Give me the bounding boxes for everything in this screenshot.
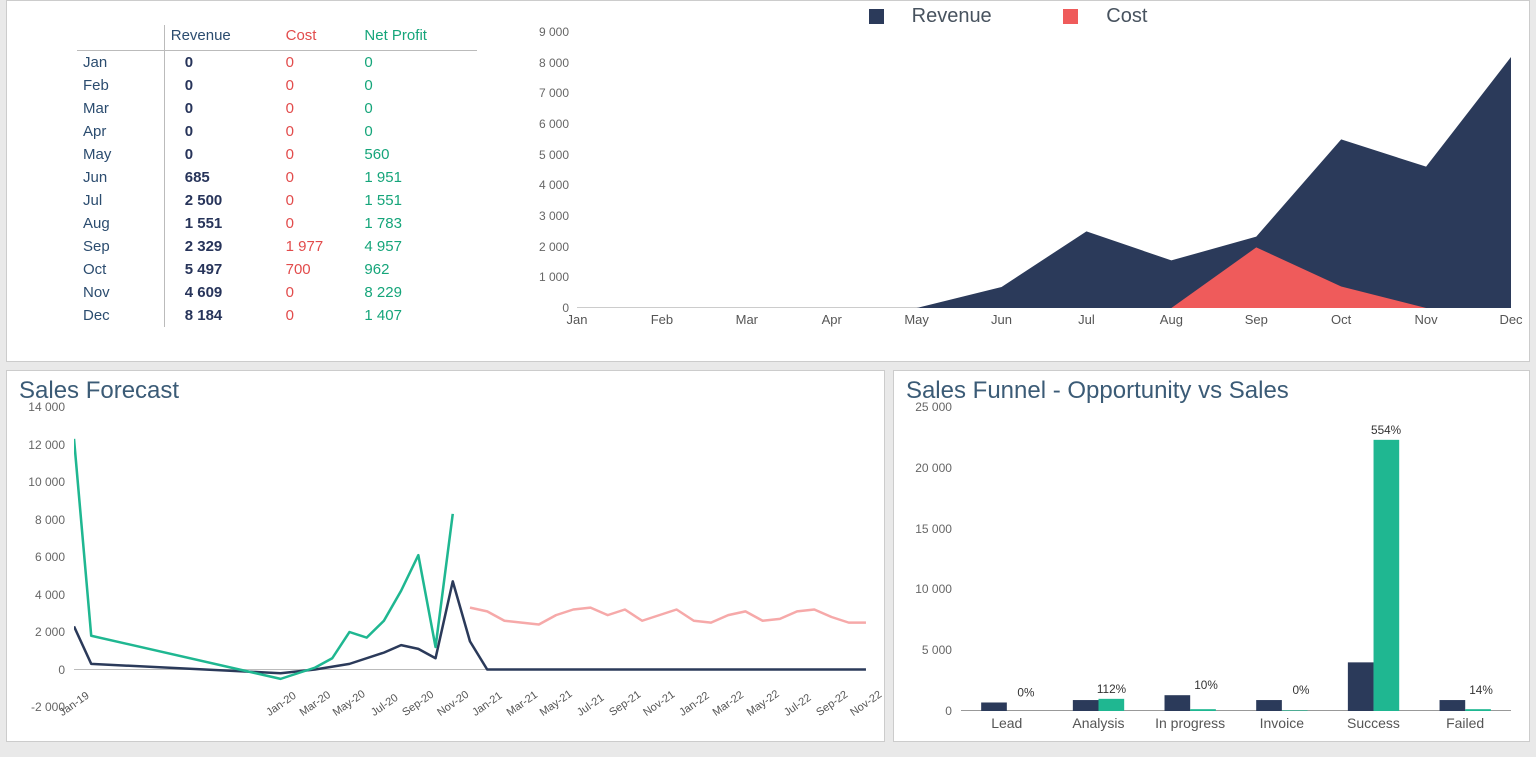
table-row: Mar000 [77, 97, 477, 120]
table-row: Jan000 [77, 51, 477, 75]
table-row: Sep2 3291 9774 957 [77, 235, 477, 258]
sales-forecast-chart: -2 00002 0004 0006 0008 00010 00012 0001… [19, 407, 872, 737]
table-row: Jul2 50001 551 [77, 189, 477, 212]
sales-forecast-title: Sales Forecast [7, 371, 884, 405]
revenue-cost-panel: Revenue Cost Net Profit Jan000Feb000Mar0… [6, 0, 1530, 362]
revenue-cost-area-chart: 01 0002 0003 0004 0005 0006 0007 0008 00… [527, 32, 1511, 332]
svg-text:554%: 554% [1371, 423, 1401, 437]
table-row: Jun68501 951 [77, 166, 477, 189]
svg-text:10%: 10% [1194, 678, 1218, 692]
table-row: May00560 [77, 143, 477, 166]
table-row: Apr000 [77, 120, 477, 143]
svg-text:14%: 14% [1469, 683, 1493, 697]
table-row: Nov4 60908 229 [77, 281, 477, 304]
svg-text:0%: 0% [1017, 685, 1034, 699]
sales-funnel-chart: 05 00010 00015 00020 00025 000 0%112%10%… [906, 407, 1517, 737]
legend-cost: Cost [1106, 5, 1147, 27]
table-row: Aug1 55101 783 [77, 212, 477, 235]
sales-funnel-title: Sales Funnel - Opportunity vs Sales [894, 371, 1529, 405]
col-net: Net Profit [358, 25, 477, 51]
col-revenue: Revenue [164, 25, 279, 51]
legend-revenue: Revenue [912, 5, 992, 27]
svg-text:112%: 112% [1097, 682, 1127, 696]
sales-forecast-panel: Sales Forecast -2 00002 0004 0006 0008 0… [6, 370, 885, 742]
svg-text:0%: 0% [1292, 683, 1309, 697]
table-row: Feb000 [77, 74, 477, 97]
area-legend: Revenue Cost [527, 5, 1511, 28]
table-row: Dec8 18401 407 [77, 304, 477, 327]
col-cost: Cost [280, 25, 359, 51]
sales-funnel-panel: Sales Funnel - Opportunity vs Sales 05 0… [893, 370, 1530, 742]
monthly-table: Revenue Cost Net Profit Jan000Feb000Mar0… [7, 1, 507, 361]
table-row: Oct5 497700962 [77, 258, 477, 281]
